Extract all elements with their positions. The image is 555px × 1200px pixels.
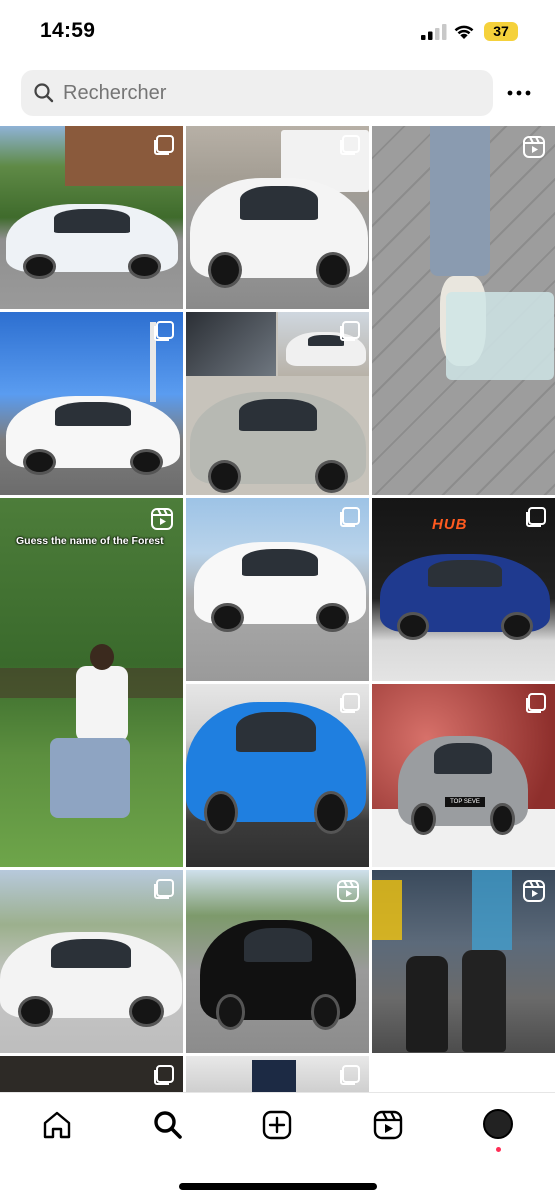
reel-caption: Guess the name of the Forest [16,535,164,547]
post-thumbnail[interactable] [186,1056,369,1092]
search-bar[interactable] [21,70,493,116]
home-indicator [179,1183,377,1190]
battery-indicator: 37 [484,22,518,41]
carousel-icon [154,135,174,155]
cellular-signal-icon [421,24,447,40]
carousel-icon [340,135,360,155]
reels-icon[interactable] [372,1109,404,1141]
wifi-icon [454,25,474,39]
search-icon[interactable] [152,1109,184,1141]
carousel-icon [154,879,174,899]
post-thumbnail[interactable] [0,870,183,1053]
post-thumbnail[interactable] [186,126,369,309]
post-thumbnail[interactable] [186,498,369,681]
search-icon [34,83,54,103]
notification-dot [496,1147,501,1152]
profile-avatar[interactable] [483,1109,513,1139]
reel-thumbnail[interactable] [372,870,555,1053]
carousel-icon [340,1065,360,1085]
carousel-icon [340,507,360,527]
reels-icon [523,136,545,158]
create-icon[interactable] [261,1109,293,1141]
status-time: 14:59 [40,19,96,42]
post-thumbnail[interactable] [0,126,183,309]
carousel-icon [526,507,546,527]
home-icon[interactable] [41,1109,73,1141]
carousel-icon [340,693,360,713]
reels-icon [523,880,545,902]
post-thumbnail[interactable] [186,684,369,867]
carousel-icon [340,321,360,341]
post-thumbnail[interactable]: HUB [372,498,555,681]
hub-sign: HUB [432,516,468,533]
more-options-icon[interactable] [506,82,532,104]
reels-icon [337,880,359,902]
carousel-icon [154,1065,174,1085]
carousel-icon [154,321,174,341]
reel-thumbnail[interactable]: Guess the name of the Forest [0,498,183,867]
post-thumbnail[interactable]: TOP SEVE [372,684,555,867]
reels-icon [151,508,173,530]
carousel-icon [526,693,546,713]
post-thumbnail[interactable] [186,312,369,495]
post-thumbnail[interactable] [0,1056,183,1092]
search-input[interactable] [63,70,483,116]
reel-thumbnail[interactable] [372,126,555,495]
license-plate: TOP SEVE [445,797,485,807]
status-bar: 14:59 37 [0,0,555,62]
explore-grid: Guess the name of the Forest HUB TOP SEV… [0,126,555,1092]
post-thumbnail[interactable] [0,312,183,495]
reel-thumbnail[interactable] [186,870,369,1053]
